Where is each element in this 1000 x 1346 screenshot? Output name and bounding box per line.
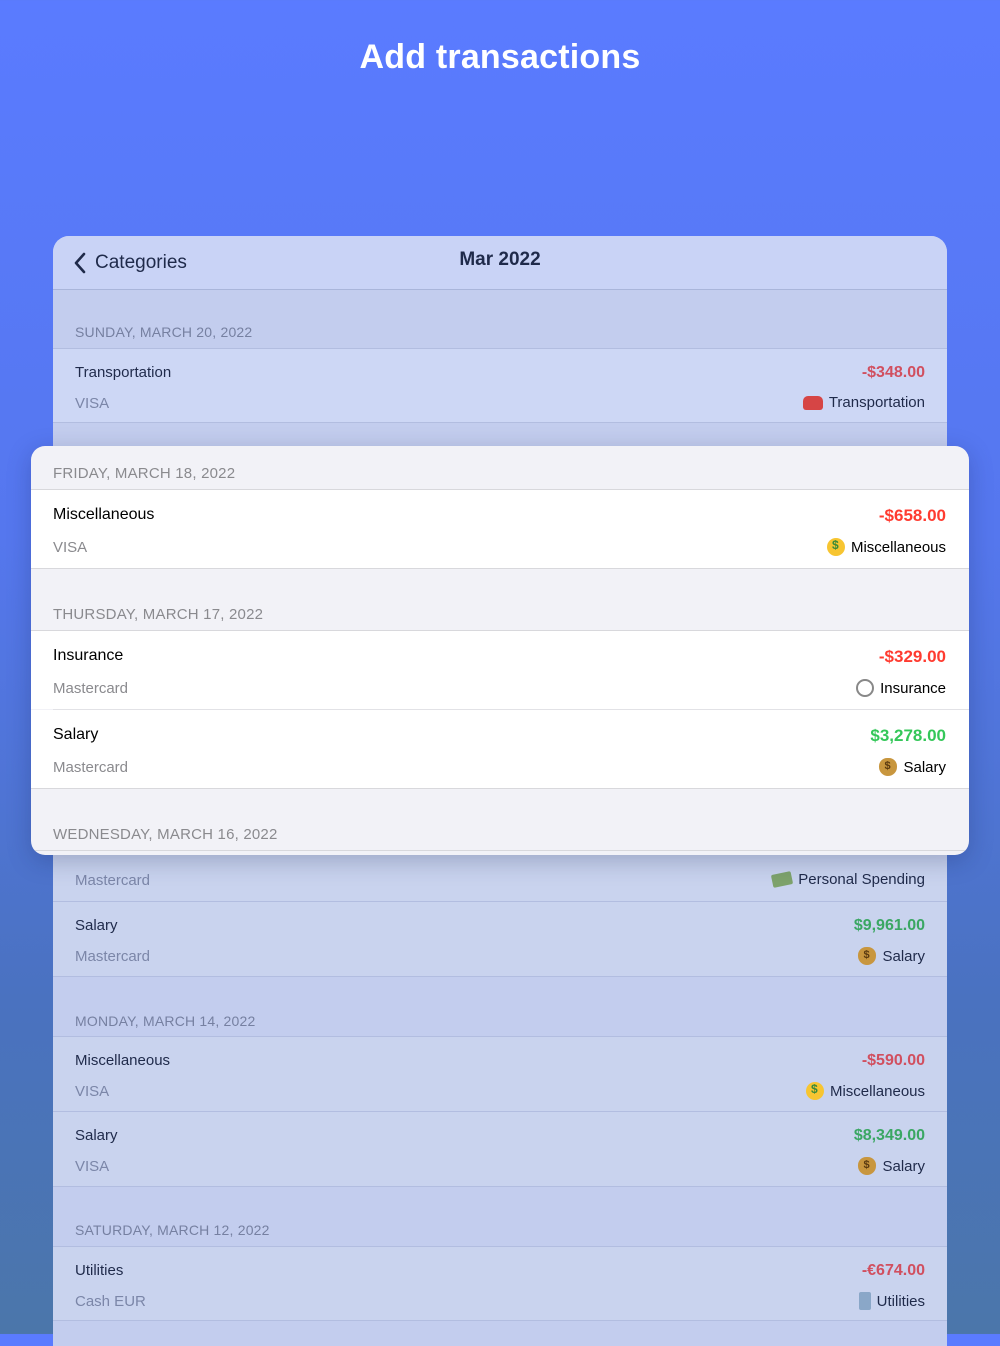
- transaction-category: Salary: [879, 758, 946, 776]
- transaction-title: Miscellaneous: [75, 1052, 171, 1069]
- divider: [31, 788, 969, 789]
- transaction-account: VISA: [75, 395, 110, 412]
- stethoscope-icon: [856, 679, 875, 697]
- transaction-amount: -$329.00: [878, 647, 946, 666]
- money-bag-icon: [879, 758, 898, 776]
- divider: [31, 568, 969, 569]
- navigation-bar: Categories Mar 2022: [53, 236, 947, 290]
- transaction-row[interactable]: Utilities Cash EUR -€674.00 Utilities: [53, 1246, 947, 1321]
- section-header: SATURDAY, MARCH 12, 2022: [75, 1222, 270, 1238]
- cash-icon: [771, 871, 794, 888]
- transaction-account: Mastercard: [53, 759, 129, 776]
- transaction-row[interactable]: Miscellaneous VISA -$590.00 Miscellaneou…: [53, 1036, 947, 1111]
- transaction-account: VISA: [75, 1083, 110, 1100]
- section-header: THURSDAY, MARCH 17, 2022: [53, 606, 264, 623]
- transaction-category: Insurance: [856, 679, 946, 697]
- transaction-row[interactable]: Insurance Mastercard -$329.00 Insurance: [31, 631, 969, 709]
- transaction-account: VISA: [53, 539, 88, 556]
- transaction-title: Utilities: [75, 1262, 124, 1279]
- section-header: MONDAY, MARCH 14, 2022: [75, 1013, 256, 1029]
- transaction-row[interactable]: Transportation VISA -$348.00 Transportat…: [53, 348, 947, 423]
- transaction-category: Salary: [858, 1157, 925, 1175]
- transaction-amount: -€674.00: [861, 1262, 925, 1279]
- transaction-title: Salary: [75, 1127, 118, 1144]
- transaction-amount: $9,961.00: [853, 917, 925, 934]
- transaction-account: Mastercard: [75, 872, 151, 889]
- category-label: Transportation: [828, 394, 925, 411]
- transaction-category: Miscellaneous: [826, 538, 946, 556]
- transaction-title: Insurance: [53, 647, 124, 664]
- transaction-row[interactable]: Miscellaneous VISA -$658.00 Miscellaneou…: [31, 490, 969, 568]
- transaction-category: Transportation: [802, 394, 925, 411]
- transaction-category: Salary: [858, 947, 925, 965]
- money-face-icon: [805, 1082, 824, 1100]
- category-label: Personal Spending: [798, 871, 925, 888]
- transaction-title: Miscellaneous: [53, 506, 155, 523]
- transactions-card: FRIDAY, MARCH 18, 2022 Miscellaneous VIS…: [31, 446, 969, 855]
- divider: [31, 850, 969, 851]
- money-bag-icon: [858, 947, 877, 965]
- category-label: Salary: [903, 758, 946, 776]
- transaction-account: Mastercard: [75, 948, 151, 965]
- section-header: FRIDAY, MARCH 18, 2022: [53, 465, 236, 482]
- section-header: SUNDAY, MARCH 20, 2022: [75, 324, 253, 340]
- transaction-category: Miscellaneous: [805, 1082, 925, 1100]
- category-label: Salary: [882, 947, 925, 965]
- transaction-category: Personal Spending: [771, 871, 925, 888]
- divider: [53, 1320, 947, 1321]
- money-bag-icon: [858, 1157, 877, 1175]
- transaction-title: Transportation: [75, 364, 172, 381]
- transaction-amount: $8,349.00: [853, 1127, 925, 1144]
- section-header: WEDNESDAY, MARCH 16, 2022: [53, 826, 278, 843]
- category-label: Miscellaneous: [850, 538, 946, 556]
- transaction-account: Cash EUR: [75, 1293, 146, 1310]
- transaction-account: VISA: [75, 1158, 110, 1175]
- transaction-category: Utilities: [858, 1292, 925, 1310]
- transaction-title: Salary: [75, 917, 118, 934]
- transaction-row[interactable]: Salary Mastercard $9,961.00 Salary: [53, 901, 947, 976]
- transaction-amount: -$590.00: [861, 1052, 925, 1069]
- category-label: Utilities: [876, 1292, 925, 1310]
- divider: [53, 1186, 947, 1187]
- divider: [53, 976, 947, 977]
- transaction-amount: -$348.00: [861, 364, 925, 381]
- category-label: Insurance: [880, 679, 946, 697]
- transaction-row[interactable]: Salary Mastercard $3,278.00 Salary: [31, 710, 969, 788]
- transaction-account: Mastercard: [53, 680, 129, 697]
- category-label: Salary: [882, 1157, 925, 1175]
- transaction-row[interactable]: Salary VISA $8,349.00 Salary: [53, 1111, 947, 1186]
- headline: Add transactions: [359, 38, 641, 76]
- category-label: Miscellaneous: [829, 1082, 925, 1100]
- transaction-amount: $3,278.00: [870, 726, 946, 745]
- transaction-title: Salary: [53, 726, 99, 743]
- money-face-icon: [826, 538, 845, 556]
- divider: [53, 422, 947, 423]
- tap-icon: [858, 1292, 871, 1310]
- page-title: Mar 2022: [459, 249, 541, 270]
- transaction-amount: -$658.00: [878, 506, 946, 525]
- car-icon: [802, 395, 823, 410]
